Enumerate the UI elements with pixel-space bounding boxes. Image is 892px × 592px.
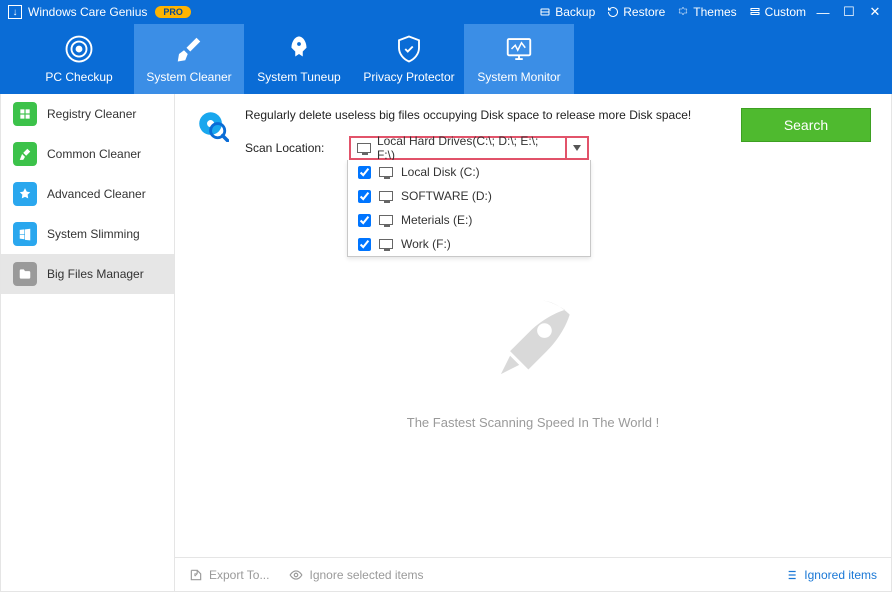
monitor-icon — [504, 34, 534, 64]
ignored-items-link[interactable]: Ignored items — [784, 568, 877, 582]
nav-system-monitor-label: System Monitor — [477, 70, 560, 84]
nav-system-monitor[interactable]: System Monitor — [464, 24, 574, 94]
shield-icon — [394, 34, 424, 64]
custom-icon — [749, 6, 761, 18]
sidebar-item-big-files-manager[interactable]: Big Files Manager — [1, 254, 174, 294]
maximize-button[interactable]: ☐ — [840, 4, 858, 20]
list-icon — [784, 568, 798, 582]
sidebar-item-registry-cleaner[interactable]: Registry Cleaner — [1, 94, 174, 134]
nav-pc-checkup-label: PC Checkup — [45, 70, 112, 84]
tagline-text: The Fastest Scanning Speed In The World … — [407, 415, 659, 430]
main-pane: Regularly delete useless big files occup… — [175, 94, 891, 591]
themes-link[interactable]: Themes — [677, 5, 736, 19]
drive-icon — [379, 239, 393, 249]
main-nav: PC Checkup System Cleaner System Tuneup … — [0, 24, 892, 94]
nav-system-tuneup[interactable]: System Tuneup — [244, 24, 354, 94]
nav-system-tuneup-label: System Tuneup — [257, 70, 340, 84]
drive-option-e[interactable]: Meterials (E:) — [348, 208, 590, 232]
nav-privacy-protector-label: Privacy Protector — [363, 70, 454, 84]
drive-c-label: Local Disk (C:) — [401, 165, 480, 179]
sidebar: Registry Cleaner Common Cleaner Advanced… — [1, 94, 175, 591]
nav-privacy-protector[interactable]: Privacy Protector — [354, 24, 464, 94]
drive-icon — [357, 143, 371, 153]
custom-label: Custom — [765, 5, 806, 19]
app-title: Windows Care Genius — [28, 5, 147, 19]
broom-icon — [13, 142, 37, 166]
drive-f-checkbox[interactable] — [358, 238, 371, 251]
sidebar-item-common-cleaner[interactable]: Common Cleaner — [1, 134, 174, 174]
export-label: Export To... — [209, 568, 269, 582]
brush-icon — [174, 34, 204, 64]
nav-system-cleaner[interactable]: System Cleaner — [134, 24, 244, 94]
advanced-icon — [13, 182, 37, 206]
sidebar-slimming-label: System Slimming — [47, 227, 140, 241]
sidebar-item-advanced-cleaner[interactable]: Advanced Cleaner — [1, 174, 174, 214]
drive-option-d[interactable]: SOFTWARE (D:) — [348, 184, 590, 208]
close-button[interactable]: ✕ — [866, 4, 884, 20]
restore-icon — [607, 6, 619, 18]
windows-icon — [13, 222, 37, 246]
drive-f-label: Work (F:) — [401, 237, 451, 251]
sidebar-common-label: Common Cleaner — [47, 147, 141, 161]
top-row: Regularly delete useless big files occup… — [175, 94, 891, 160]
scan-location-label: Scan Location: — [245, 141, 335, 155]
target-icon — [64, 34, 94, 64]
dropdown-toggle[interactable] — [565, 138, 587, 158]
sidebar-bigfiles-label: Big Files Manager — [47, 267, 144, 281]
custom-link[interactable]: Custom — [749, 5, 806, 19]
backup-label: Backup — [555, 5, 595, 19]
search-button[interactable]: Search — [741, 108, 871, 142]
pro-badge: PRO — [155, 6, 191, 18]
rocket-icon — [478, 287, 588, 397]
content-body: Registry Cleaner Common Cleaner Advanced… — [0, 94, 892, 592]
titlebar: ↓ Windows Care Genius PRO Backup Restore… — [0, 0, 892, 24]
ignore-selected-button[interactable]: Ignore selected items — [289, 568, 423, 582]
registry-icon — [13, 102, 37, 126]
themes-label: Themes — [693, 5, 736, 19]
disk-search-icon — [195, 108, 229, 142]
drive-option-c[interactable]: Local Disk (C:) — [348, 160, 590, 184]
dropdown-panel: Local Disk (C:) SOFTWARE (D:) Meterials — [347, 160, 591, 257]
drive-d-label: SOFTWARE (D:) — [401, 189, 492, 203]
nav-system-cleaner-label: System Cleaner — [146, 70, 231, 84]
export-icon — [189, 568, 203, 582]
drive-icon — [379, 167, 393, 177]
chevron-down-icon — [573, 145, 581, 151]
folder-icon — [13, 262, 37, 286]
drive-c-checkbox[interactable] — [358, 166, 371, 179]
dropdown-value: Local Hard Drives(C:\; D:\; E:\; F:\) — [377, 134, 559, 162]
restore-link[interactable]: Restore — [607, 5, 665, 19]
description-text: Regularly delete useless big files occup… — [245, 108, 725, 122]
ignored-items-label: Ignored items — [804, 568, 877, 582]
sidebar-item-system-slimming[interactable]: System Slimming — [1, 214, 174, 254]
drive-d-checkbox[interactable] — [358, 190, 371, 203]
restore-label: Restore — [623, 5, 665, 19]
sidebar-advanced-label: Advanced Cleaner — [47, 187, 146, 201]
export-button[interactable]: Export To... — [189, 568, 269, 582]
nav-pc-checkup[interactable]: PC Checkup — [24, 24, 134, 94]
backup-icon — [539, 6, 551, 18]
drive-e-checkbox[interactable] — [358, 214, 371, 227]
ignore-selected-label: Ignore selected items — [309, 568, 423, 582]
backup-link[interactable]: Backup — [539, 5, 595, 19]
app-logo-icon: ↓ — [8, 5, 22, 19]
sidebar-registry-label: Registry Cleaner — [47, 107, 136, 121]
scan-location-dropdown[interactable]: Local Hard Drives(C:\; D:\; E:\; F:\) — [349, 136, 589, 160]
rocket-nav-icon — [284, 34, 314, 64]
drive-option-f[interactable]: Work (F:) — [348, 232, 590, 256]
footer-bar: Export To... Ignore selected items Ignor… — [175, 557, 891, 591]
drive-icon — [379, 191, 393, 201]
minimize-button[interactable]: — — [814, 5, 832, 20]
themes-icon — [677, 6, 689, 18]
drive-icon — [379, 215, 393, 225]
drive-e-label: Meterials (E:) — [401, 213, 472, 227]
eye-off-icon — [289, 568, 303, 582]
